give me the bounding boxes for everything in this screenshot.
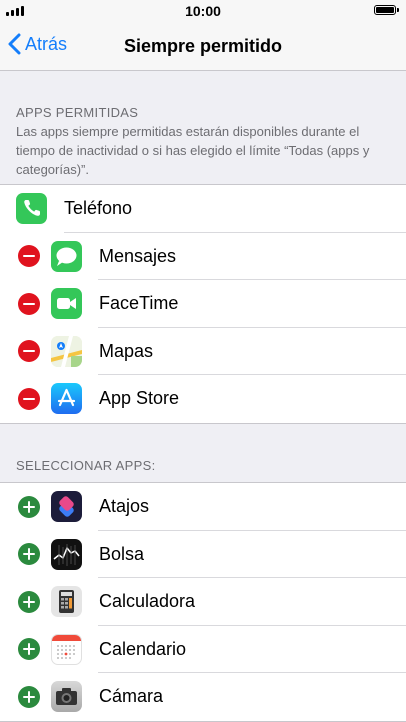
list-item-mensajes: Mensajes — [0, 233, 406, 280]
list-item-app-store: App Store — [0, 375, 406, 423]
list-item-label: Cámara — [99, 686, 164, 707]
list-item-label: Calendario — [99, 638, 187, 659]
allowed-apps-description: Las apps siempre permitidas estarán disp… — [16, 124, 370, 177]
add-button[interactable] — [18, 543, 40, 566]
remove-button[interactable] — [18, 292, 40, 315]
list-item-calendario: Calendario — [0, 626, 406, 673]
list-item-label: Atajos — [99, 496, 150, 517]
list-item-calculadora: Calculadora — [0, 578, 406, 626]
phone-icon — [16, 193, 47, 225]
calculator-icon — [51, 586, 82, 618]
add-button[interactable] — [18, 685, 40, 708]
app-store-icon — [51, 383, 82, 415]
list-item-label: Bolsa — [99, 543, 145, 564]
maps-icon — [51, 335, 82, 367]
select-apps-list: Atajos Bolsa Calculadora Calendario Cáma… — [0, 482, 406, 722]
select-apps-header: SELECCIONAR APPS: — [16, 458, 156, 473]
add-button[interactable] — [18, 638, 40, 661]
page-title: Siempre permitido — [123, 36, 283, 56]
list-item-label: Teléfono — [64, 198, 133, 219]
stocks-icon — [51, 538, 82, 570]
list-item-mapas: Mapas — [0, 328, 406, 375]
camera-icon — [51, 681, 82, 713]
add-button[interactable] — [18, 590, 40, 613]
list-item-label: App Store — [99, 388, 180, 409]
list-item-label: Calculadora — [99, 591, 196, 612]
list-item-telefono: Teléfono — [0, 185, 406, 233]
allowed-apps-header: APPS PERMITIDAS — [16, 105, 139, 120]
status-bar: 10:00 — [0, 0, 406, 22]
list-item-label: FaceTime — [99, 293, 179, 314]
remove-button[interactable] — [18, 245, 40, 268]
navigation-bar: Atrás Siempre permitido — [0, 22, 406, 71]
messages-icon — [51, 240, 82, 272]
facetime-icon — [51, 288, 82, 320]
add-button[interactable] — [18, 495, 40, 518]
list-item-label: Mapas — [99, 340, 154, 361]
list-item-camara: Cámara — [0, 673, 406, 721]
list-item-atajos: Atajos — [0, 483, 406, 531]
calendar-icon — [51, 633, 82, 665]
battery-icon — [374, 5, 399, 15]
remove-button[interactable] — [18, 340, 40, 363]
shortcuts-icon — [51, 491, 82, 523]
remove-button[interactable] — [18, 387, 40, 410]
list-item-facetime: FaceTime — [0, 280, 406, 328]
list-item-label: Mensajes — [99, 245, 177, 266]
allowed-apps-list: Teléfono Mensajes FaceTime Mapas App Sto… — [0, 184, 406, 424]
list-item-bolsa: Bolsa — [0, 531, 406, 578]
status-time: 10:00 — [185, 3, 221, 19]
